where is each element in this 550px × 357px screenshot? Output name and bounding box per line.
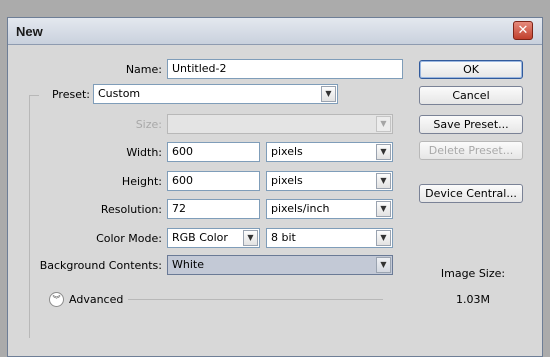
color-mode-value: RGB Color xyxy=(172,231,228,244)
advanced-divider xyxy=(128,299,383,300)
resolution-unit-select[interactable]: pixels/inch ▼ xyxy=(266,199,393,219)
delete-preset-button[interactable]: Delete Preset... xyxy=(419,141,523,160)
width-unit-select[interactable]: pixels ▼ xyxy=(266,142,393,162)
size-label: Size: xyxy=(135,118,162,131)
color-mode-label: Color Mode: xyxy=(96,232,162,245)
chevron-down-icon[interactable]: ▼ xyxy=(376,116,391,132)
width-label: Width: xyxy=(126,146,162,159)
resolution-unit-value: pixels/inch xyxy=(271,202,330,215)
double-chevron-down-icon[interactable]: ︾ xyxy=(49,292,64,307)
name-input[interactable]: Untitled-2 xyxy=(167,59,403,79)
height-unit-select[interactable]: pixels ▼ xyxy=(266,171,393,191)
cancel-button[interactable]: Cancel xyxy=(419,86,523,105)
dialog-title: New xyxy=(16,24,43,39)
chevron-down-icon[interactable]: ▼ xyxy=(243,230,258,246)
chevron-down-icon[interactable]: ▼ xyxy=(376,257,391,273)
bit-depth-select[interactable]: 8 bit ▼ xyxy=(266,228,393,248)
height-unit-value: pixels xyxy=(271,174,303,187)
preset-select[interactable]: Custom ▼ xyxy=(93,84,338,104)
chevron-down-icon[interactable]: ▼ xyxy=(321,86,336,102)
resolution-input[interactable]: 72 xyxy=(167,199,260,219)
name-label: Name: xyxy=(125,63,162,76)
color-mode-select[interactable]: RGB Color ▼ xyxy=(167,228,260,248)
resolution-label: Resolution: xyxy=(100,203,162,216)
image-size-value: 1.03M xyxy=(456,293,490,306)
width-input[interactable]: 600 xyxy=(167,142,260,162)
background-contents-select[interactable]: White ▼ xyxy=(167,255,393,275)
new-document-dialog: New ✕ Name: Untitled-2 Preset: Custom ▼ … xyxy=(7,17,543,357)
close-icon: ✕ xyxy=(517,23,529,38)
preset-label: Preset: xyxy=(51,88,90,101)
preset-value: Custom xyxy=(98,87,141,100)
height-label: Height: xyxy=(121,175,162,188)
chevron-down-icon[interactable]: ▼ xyxy=(376,230,391,246)
preset-group-frame-top xyxy=(29,95,39,96)
chevron-down-icon[interactable]: ▼ xyxy=(376,173,391,189)
size-select[interactable]: ▼ xyxy=(167,114,393,134)
title-bar[interactable]: New ✕ xyxy=(8,18,542,45)
advanced-toggle[interactable]: Advanced xyxy=(69,293,123,307)
width-unit-value: pixels xyxy=(271,145,303,158)
image-size-label: Image Size: xyxy=(440,267,506,280)
chevron-down-icon[interactable]: ▼ xyxy=(376,144,391,160)
save-preset-button[interactable]: Save Preset... xyxy=(419,115,523,134)
height-input[interactable]: 600 xyxy=(167,171,260,191)
background-contents-value: White xyxy=(172,258,204,271)
bit-depth-value: 8 bit xyxy=(271,231,296,244)
background-contents-label: Background Contents: xyxy=(39,259,162,272)
preset-group-frame-left xyxy=(29,95,30,338)
ok-button[interactable]: OK xyxy=(419,60,523,79)
device-central-button[interactable]: Device Central... xyxy=(419,184,523,203)
close-button[interactable]: ✕ xyxy=(513,21,533,40)
chevron-down-icon[interactable]: ▼ xyxy=(376,201,391,217)
